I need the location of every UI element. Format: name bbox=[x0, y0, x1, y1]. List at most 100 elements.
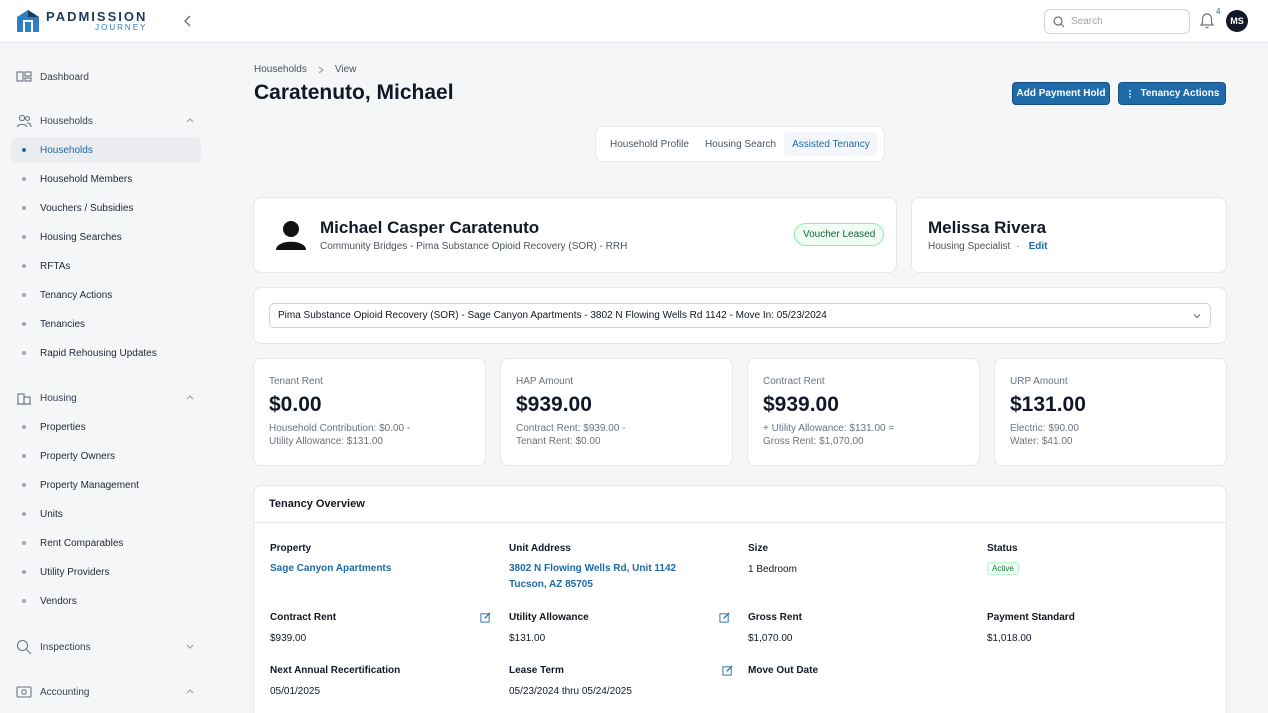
sidebar-section-inspections[interactable]: Inspections bbox=[16, 637, 196, 657]
sidebar-item-vouchers[interactable]: Vouchers / Subsidies bbox=[11, 195, 201, 221]
tenancy-select[interactable]: Pima Substance Opioid Recovery (SOR) - S… bbox=[269, 303, 1211, 328]
recertification-value: 05/01/2025 bbox=[270, 686, 321, 697]
bullet-icon bbox=[22, 570, 26, 574]
unit-address-label: Unit Address bbox=[509, 543, 571, 554]
building-icon bbox=[17, 393, 31, 405]
specialist-name: Melissa Rivera bbox=[928, 218, 1047, 237]
property-link[interactable]: Sage Canyon Apartments bbox=[270, 561, 391, 577]
chevron-down-icon bbox=[186, 644, 194, 649]
stat-label: HAP Amount bbox=[516, 376, 574, 387]
stat-card-urp-amount: URP Amount $131.00 Electric: $90.00 Wate… bbox=[994, 358, 1227, 466]
status-badge: Active bbox=[987, 562, 1019, 575]
users-icon bbox=[16, 114, 32, 128]
chevron-up-icon bbox=[186, 689, 194, 694]
add-payment-hold-button[interactable]: Add Payment Hold bbox=[1012, 82, 1110, 105]
edit-icon[interactable] bbox=[480, 612, 491, 623]
sidebar-item-utility-providers[interactable]: Utility Providers bbox=[11, 559, 201, 585]
utility-allowance-label: Utility Allowance bbox=[509, 612, 589, 623]
logo-icon bbox=[17, 10, 39, 32]
sidebar-item-tenancy-actions[interactable]: Tenancy Actions bbox=[11, 282, 201, 308]
sidebar-label: Accounting bbox=[40, 686, 90, 698]
sidebar-item-rent-comparables[interactable]: Rent Comparables bbox=[11, 530, 201, 556]
sidebar-section-accounting[interactable]: Accounting bbox=[16, 682, 196, 702]
sidebar-section-households[interactable]: Households bbox=[16, 111, 196, 131]
collapse-sidebar-button[interactable] bbox=[180, 13, 196, 29]
tenancy-actions-button[interactable]: Tenancy Actions bbox=[1118, 82, 1226, 105]
stat-detail: Utility Allowance: $131.00 bbox=[269, 436, 383, 447]
sidebar-label: Units bbox=[40, 508, 63, 520]
sidebar-label: Inspections bbox=[40, 641, 91, 653]
sidebar-item-rftas[interactable]: RFTAs bbox=[11, 253, 201, 279]
search-input[interactable] bbox=[1071, 16, 1171, 27]
sidebar-item-tenancies[interactable]: Tenancies bbox=[11, 311, 201, 337]
sidebar-item-units[interactable]: Units bbox=[11, 501, 201, 527]
page-title: Caratenuto, Michael bbox=[254, 81, 454, 104]
sidebar-label: Properties bbox=[40, 421, 86, 433]
stat-detail: Gross Rent: $1,070.00 bbox=[763, 436, 864, 447]
sidebar-label: Tenancy Actions bbox=[40, 289, 113, 301]
bullet-icon bbox=[22, 512, 26, 516]
gross-rent-value: $1,070.00 bbox=[748, 633, 793, 644]
tab-housing-search[interactable]: Housing Search bbox=[697, 132, 784, 156]
payment-standard-label: Payment Standard bbox=[987, 612, 1075, 623]
person-avatar-icon bbox=[276, 221, 306, 250]
accounting-icon bbox=[16, 686, 32, 698]
edit-specialist-link[interactable]: Edit bbox=[1029, 241, 1048, 252]
payment-standard-value: $1,018.00 bbox=[987, 633, 1032, 644]
household-card: Michael Casper Caratenuto Community Brid… bbox=[253, 197, 897, 273]
sidebar-item-household-members[interactable]: Household Members bbox=[11, 166, 201, 192]
sidebar-label: Rapid Rehousing Updates bbox=[40, 347, 157, 359]
edit-icon[interactable] bbox=[722, 665, 733, 676]
magnifier-icon bbox=[16, 639, 32, 655]
unit-address-city-link[interactable]: Tucson, AZ 85705 bbox=[509, 577, 593, 593]
stat-label: URP Amount bbox=[1010, 376, 1068, 387]
tenancy-overview-title: Tenancy Overview bbox=[269, 498, 365, 510]
bullet-icon bbox=[22, 483, 26, 487]
bullet-icon bbox=[22, 425, 26, 429]
edit-icon[interactable] bbox=[719, 612, 730, 623]
chevron-up-icon bbox=[186, 395, 194, 400]
sidebar-item-rapid-rehousing[interactable]: Rapid Rehousing Updates bbox=[11, 340, 201, 366]
tab-household-profile[interactable]: Household Profile bbox=[602, 132, 697, 156]
stat-label: Tenant Rent bbox=[269, 376, 323, 387]
stat-detail: + Utility Allowance: $131.00 = bbox=[763, 423, 895, 434]
sidebar-item-dashboard[interactable]: Dashboard bbox=[16, 67, 196, 87]
stat-detail: Household Contribution: $0.00 - bbox=[269, 423, 411, 434]
breadcrumb-households[interactable]: Households bbox=[254, 64, 307, 75]
voucher-status-badge: Voucher Leased bbox=[794, 223, 885, 246]
unit-address-link[interactable]: 3802 N Flowing Wells Rd, Unit 1142 bbox=[509, 561, 676, 577]
tenancy-overview-card: Tenancy Overview Property Sage Canyon Ap… bbox=[253, 485, 1227, 713]
kebab-icon bbox=[1128, 89, 1131, 98]
utility-allowance-value: $131.00 bbox=[509, 633, 546, 644]
sidebar-label: Household Members bbox=[40, 173, 133, 185]
app-logo[interactable]: PADMISSION JOURNEY bbox=[16, 8, 147, 34]
sidebar-item-properties[interactable]: Properties bbox=[11, 414, 201, 440]
size-value: 1 Bedroom bbox=[748, 564, 797, 575]
sidebar-item-households[interactable]: Households bbox=[11, 137, 201, 163]
tab-assisted-tenancy[interactable]: Assisted Tenancy bbox=[784, 132, 878, 156]
sidebar-label: Dashboard bbox=[40, 71, 89, 83]
stat-detail: Tenant Rent: $0.00 bbox=[516, 436, 601, 447]
chevron-left-icon bbox=[184, 15, 191, 27]
sidebar-item-property-management[interactable]: Property Management bbox=[11, 472, 201, 498]
sidebar-label: Households bbox=[40, 115, 93, 127]
gross-rent-label: Gross Rent bbox=[748, 612, 802, 623]
sidebar-item-property-owners[interactable]: Property Owners bbox=[11, 443, 201, 469]
status-label: Status bbox=[987, 543, 1018, 554]
lease-term-label: Lease Term bbox=[509, 665, 564, 676]
sidebar-section-housing[interactable]: Housing bbox=[16, 388, 196, 408]
sidebar-item-housing-searches[interactable]: Housing Searches bbox=[11, 224, 201, 250]
search-box[interactable] bbox=[1044, 9, 1190, 34]
bullet-icon bbox=[22, 599, 26, 603]
sidebar-label: Housing Searches bbox=[40, 231, 122, 243]
tab-bar: Household Profile Housing Search Assiste… bbox=[595, 126, 885, 162]
user-avatar[interactable]: MS bbox=[1226, 10, 1248, 32]
bullet-icon bbox=[22, 148, 26, 152]
dashboard-icon bbox=[16, 71, 32, 82]
property-label: Property bbox=[270, 543, 312, 554]
bell-icon[interactable] bbox=[1199, 12, 1215, 30]
sidebar-label: Property Management bbox=[40, 479, 139, 491]
sidebar-item-vendors[interactable]: Vendors bbox=[11, 588, 201, 614]
sidebar-label: Households bbox=[40, 144, 93, 156]
sidebar-label: Vendors bbox=[40, 595, 77, 607]
